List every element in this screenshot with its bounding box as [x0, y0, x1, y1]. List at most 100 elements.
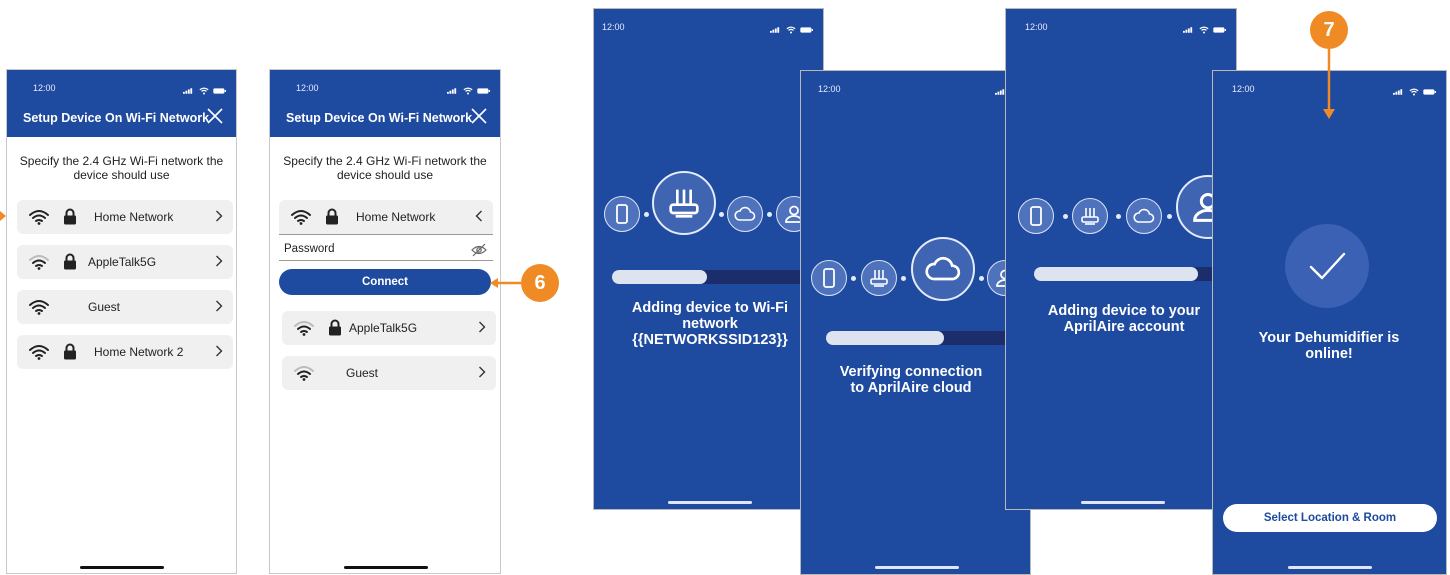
status-bar: 12:00: [270, 70, 500, 100]
connector-dot: [979, 276, 984, 281]
success-message: Your Dehumidifier is online!: [1258, 330, 1400, 362]
lock-icon: [325, 208, 339, 225]
wifi-signal-medium-icon: [29, 254, 49, 270]
lock-icon: [63, 343, 77, 360]
status-icons: [183, 82, 226, 100]
divider: [279, 234, 493, 235]
home-indicator: [875, 566, 959, 569]
connector-dot: [1116, 214, 1121, 219]
chevron-right-icon: [215, 345, 223, 357]
wifi-status-icon: [786, 26, 796, 34]
progress-bar: [826, 331, 1030, 345]
header-title: Setup Device On Wi-Fi Network: [286, 111, 473, 125]
phone-icon: [610, 202, 634, 226]
battery-icon: [477, 87, 490, 95]
progress-bar: [612, 270, 823, 284]
chevron-right-icon: [478, 321, 486, 333]
close-icon[interactable]: [468, 105, 490, 127]
callout-badge-7: 7: [1310, 11, 1348, 49]
eye-off-icon[interactable]: [471, 243, 487, 257]
chevron-right-icon: [215, 210, 223, 222]
lock-icon: [63, 253, 77, 270]
password-field[interactable]: Password: [284, 243, 335, 255]
select-location-room-button[interactable]: Select Location & Room: [1223, 504, 1437, 532]
wifi-signal-icon: [291, 209, 311, 225]
chevron-left-icon: [475, 210, 483, 222]
battery-icon: [800, 26, 813, 34]
cloud-icon: [1132, 204, 1156, 228]
network-row-guest[interactable]: Guest: [17, 290, 233, 324]
router-icon-circle: [861, 260, 897, 296]
screen-password-entry: Setup Device On Wi-Fi Network 12:00 Spec…: [269, 69, 501, 574]
network-name: AppleTalk5G: [88, 255, 157, 269]
chevron-right-icon: [215, 300, 223, 312]
status-title: Verifying connection to AprilAire cloud: [839, 364, 983, 396]
callout-arrow-6: [490, 278, 521, 288]
phone-icon-circle: [604, 196, 640, 232]
status-icons: [447, 82, 490, 100]
status-time: 12:00: [1232, 84, 1255, 94]
wifi-signal-medium-icon: [294, 365, 314, 381]
wifi-status-icon: [1409, 88, 1419, 96]
phone-icon: [1024, 204, 1048, 228]
lock-icon: [63, 208, 77, 225]
status-time: 12:00: [1025, 22, 1048, 32]
signal-icon: [447, 87, 458, 95]
home-indicator: [344, 566, 428, 569]
cloud-icon-circle: [1126, 198, 1162, 234]
status-time: 12:00: [602, 22, 625, 32]
wifi-signal-icon: [29, 344, 49, 360]
phone-icon-circle: [1018, 198, 1054, 234]
connect-button[interactable]: Connect: [279, 269, 491, 295]
callout-arrow-7: [1323, 49, 1335, 119]
status-icons: [1393, 83, 1436, 101]
network-row-appletalk5g[interactable]: AppleTalk5G: [17, 245, 233, 279]
network-row-appletalk5g[interactable]: AppleTalk5G: [282, 311, 496, 345]
chevron-right-icon: [478, 366, 486, 378]
status-bar: 12:00: [7, 70, 236, 100]
status-icons: [770, 21, 813, 39]
phone-icon: [817, 266, 841, 290]
battery-icon: [1213, 26, 1226, 34]
home-indicator: [1081, 501, 1165, 504]
lock-icon: [328, 319, 342, 336]
wifi-signal-icon: [29, 299, 49, 315]
checkmark-icon: [1297, 236, 1357, 296]
connector-dot: [851, 276, 856, 281]
network-row-home-network-expanded[interactable]: Home Network: [279, 200, 493, 234]
header-title: Setup Device On Wi-Fi Network: [23, 111, 210, 125]
screen-adding-to-account: 12:00 Adding device to your AprilAire ac…: [1005, 8, 1237, 510]
cloud-icon: [923, 249, 963, 289]
network-name: Guest: [346, 366, 379, 380]
status-icons: [1183, 21, 1226, 39]
progress-fill: [612, 270, 707, 284]
network-row-home-network[interactable]: Home Network: [17, 200, 233, 234]
status-bar: 12:00: [594, 9, 823, 39]
connector-dot: [1063, 214, 1068, 219]
connector-dot: [1167, 214, 1172, 219]
network-name: Home Network: [94, 210, 174, 224]
close-icon[interactable]: [204, 105, 226, 127]
instruction-text: Specify the 2.4 GHz Wi-Fi network the de…: [283, 154, 487, 182]
status-time: 12:00: [296, 83, 319, 93]
connector-dot: [644, 212, 649, 217]
wifi-signal-icon: [29, 209, 49, 225]
screen-network-list: Setup Device On Wi-Fi Network 12:00 Spec…: [6, 69, 237, 574]
phone-icon-circle: [811, 260, 847, 296]
status-time: 12:00: [818, 84, 841, 94]
home-indicator: [1288, 566, 1372, 569]
connector-dot: [767, 212, 772, 217]
router-icon-circle: [1072, 198, 1108, 234]
cloud-icon-circle: [911, 237, 975, 301]
router-icon: [1078, 204, 1102, 228]
callout-arrow: [0, 211, 6, 221]
network-name: Home Network 2: [94, 345, 184, 359]
network-row-guest[interactable]: Guest: [282, 356, 496, 390]
wifi-status-icon: [199, 87, 209, 95]
screen-adding-to-wifi: 12:00 Adding device to Wi-Fi network {{N…: [593, 8, 824, 510]
wifi-status-icon: [463, 87, 473, 95]
signal-icon: [1183, 26, 1194, 34]
router-icon-circle: [652, 171, 716, 235]
success-circle: [1285, 224, 1369, 308]
network-row-home-network-2[interactable]: Home Network 2: [17, 335, 233, 369]
